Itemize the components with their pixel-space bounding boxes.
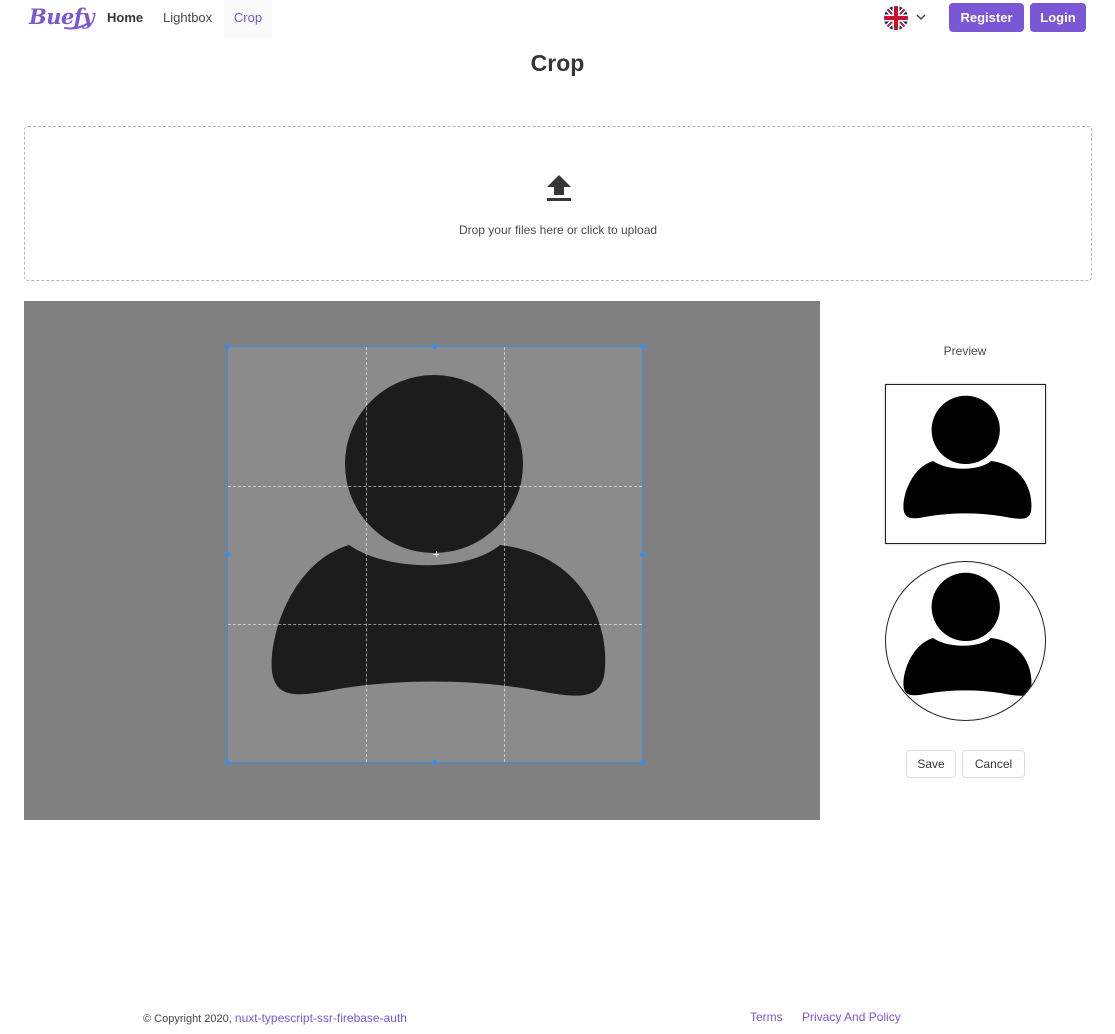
upload-dropzone[interactable]: Drop your files here or click to upload bbox=[24, 126, 1092, 281]
project-link[interactable]: nuxt-typescript-ssr-firebase-auth bbox=[235, 1011, 407, 1025]
crop-center-marker bbox=[433, 551, 439, 557]
upload-icon bbox=[547, 175, 571, 201]
preview-round-avatar bbox=[903, 572, 1032, 696]
nav-item-crop[interactable]: Crop bbox=[224, 0, 272, 38]
crop-box[interactable] bbox=[227, 346, 643, 763]
preview-round bbox=[885, 561, 1046, 721]
crop-handle-ne[interactable] bbox=[640, 344, 645, 349]
upload-text: Drop your files here or click to upload bbox=[458, 223, 658, 237]
cropper-canvas[interactable] bbox=[24, 301, 820, 820]
crop-handle-s[interactable] bbox=[432, 760, 437, 765]
uk-flag-icon bbox=[884, 6, 908, 30]
page-title: Crop bbox=[530, 50, 585, 76]
login-button[interactable]: Login bbox=[1030, 3, 1086, 32]
nav-item-home[interactable]: Home bbox=[97, 0, 153, 38]
grid-line-vertical-2 bbox=[504, 347, 505, 762]
navbar: Buefy Home Lightbox Crop Register Login bbox=[0, 0, 1115, 38]
privacy-policy-link[interactable]: Privacy And Policy bbox=[802, 1010, 901, 1024]
crop-handle-n[interactable] bbox=[432, 344, 437, 349]
crop-handle-e[interactable] bbox=[640, 552, 645, 557]
grid-line-vertical-1 bbox=[366, 347, 367, 762]
preview-square bbox=[885, 384, 1046, 544]
crop-handle-w[interactable] bbox=[225, 552, 230, 557]
register-button[interactable]: Register bbox=[949, 3, 1024, 32]
cancel-button[interactable]: Cancel bbox=[962, 750, 1025, 778]
save-button[interactable]: Save bbox=[906, 750, 956, 778]
language-selector[interactable] bbox=[884, 6, 930, 30]
crop-handle-se[interactable] bbox=[640, 760, 645, 765]
brand-swoosh-icon bbox=[64, 23, 88, 30]
grid-line-horizontal-2 bbox=[228, 624, 642, 625]
nav-item-lightbox[interactable]: Lightbox bbox=[153, 0, 222, 38]
copyright-text: © Copyright 2020, bbox=[143, 1013, 232, 1025]
footer-copyright: © Copyright 2020, nuxt-typescript-ssr-fi… bbox=[143, 1011, 407, 1025]
crop-handle-sw[interactable] bbox=[225, 760, 230, 765]
chevron-down-icon bbox=[916, 14, 926, 21]
crop-handle-nw[interactable] bbox=[225, 344, 230, 349]
terms-link[interactable]: Terms bbox=[750, 1010, 783, 1024]
grid-line-horizontal-1 bbox=[228, 486, 642, 487]
preview-square-avatar bbox=[903, 395, 1032, 519]
preview-label: Preview bbox=[943, 344, 987, 358]
